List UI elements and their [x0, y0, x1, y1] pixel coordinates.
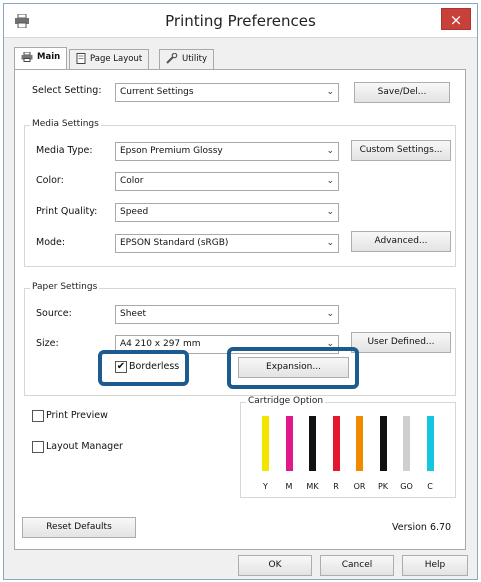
paper-settings-label: Paper Settings — [30, 282, 100, 292]
print-quality-label: Print Quality: — [36, 206, 98, 217]
chevron-down-icon: ⌄ — [326, 238, 334, 248]
size-label: Size: — [36, 338, 59, 349]
ink-bar-go — [403, 416, 410, 471]
select-setting-value: Current Settings — [120, 87, 194, 97]
select-setting-label: Select Setting: — [32, 85, 102, 96]
custom-settings-button[interactable]: Custom Settings... — [351, 140, 451, 161]
advanced-button[interactable]: Advanced... — [351, 231, 451, 252]
source-label: Source: — [36, 308, 72, 319]
tab-main-label: Main — [37, 52, 61, 62]
tab-utility[interactable]: Utility — [159, 49, 215, 69]
tab-utility-label: Utility — [182, 54, 208, 64]
mode-dropdown[interactable]: EPSON Standard (sRGB) ⌄ — [115, 234, 339, 253]
media-type-label: Media Type: — [36, 145, 93, 156]
page-icon — [76, 53, 86, 64]
ink-label-or: OR — [353, 482, 366, 491]
ink-label-r: R — [333, 482, 339, 491]
borderless-checkbox[interactable]: ✔ — [115, 361, 127, 373]
tab-main[interactable]: Main — [14, 47, 68, 69]
color-value: Color — [120, 176, 144, 186]
print-quality-value: Speed — [120, 207, 149, 217]
ink-label-c: C — [427, 482, 433, 491]
ink-bar-or — [356, 416, 363, 471]
color-label: Color: — [36, 175, 64, 186]
ink-bar-r — [332, 416, 340, 471]
color-dropdown[interactable]: Color ⌄ — [115, 172, 339, 191]
expansion-button[interactable]: Expansion... — [238, 357, 349, 378]
layout-manager-label: Layout Manager — [46, 441, 123, 452]
close-button[interactable]: × — [441, 8, 471, 30]
ink-bar-pk — [379, 416, 387, 471]
ok-button[interactable]: OK — [238, 555, 312, 576]
size-value: A4 210 x 297 mm — [120, 339, 201, 349]
title-bar: Printing Preferences × — [4, 4, 477, 38]
chevron-down-icon: ⌄ — [326, 207, 334, 217]
tab-page-layout[interactable]: Page Layout — [69, 49, 150, 69]
wrench-icon — [166, 52, 178, 64]
borderless-label: Borderless — [129, 361, 180, 372]
chevron-down-icon: ⌄ — [326, 176, 334, 186]
media-settings-label: Media Settings — [30, 119, 101, 129]
media-type-value: Epson Premium Glossy — [120, 146, 223, 156]
ink-bar-y — [262, 416, 269, 471]
window-title: Printing Preferences — [165, 12, 316, 30]
user-defined-button[interactable]: User Defined... — [351, 332, 451, 353]
mode-value: EPSON Standard (sRGB) — [120, 238, 229, 248]
ink-bar-mk — [309, 416, 316, 471]
media-type-dropdown[interactable]: Epson Premium Glossy ⌄ — [115, 142, 339, 161]
chevron-down-icon: ⌄ — [326, 309, 334, 319]
print-preview-checkbox[interactable] — [32, 410, 44, 422]
printer-icon — [21, 51, 33, 62]
cartridge-option-label: Cartridge Option — [246, 396, 326, 406]
ink-label-pk: PK — [377, 482, 389, 491]
print-preview-label: Print Preview — [46, 410, 108, 421]
ink-label-y: Y — [263, 482, 268, 491]
print-quality-dropdown[interactable]: Speed ⌄ — [115, 203, 339, 222]
version-text: Version 6.70 — [392, 522, 452, 533]
source-dropdown[interactable]: Sheet ⌄ — [115, 305, 339, 324]
ink-label-mk: MK — [306, 482, 319, 491]
help-button[interactable]: Help — [402, 555, 468, 576]
source-value: Sheet — [120, 309, 147, 319]
ink-bar-m — [285, 416, 293, 471]
tab-page-layout-label: Page Layout — [90, 54, 143, 64]
reset-defaults-button[interactable]: Reset Defaults — [22, 517, 136, 538]
save-del-button[interactable]: Save/Del... — [354, 82, 450, 103]
printing-preferences-window: Printing Preferences × Main Page Layout … — [3, 3, 478, 580]
ink-label-go: GO — [400, 482, 413, 491]
select-setting-dropdown[interactable]: Current Settings ⌄ — [115, 83, 339, 102]
ink-label-m: M — [285, 482, 293, 491]
ink-bar-c — [426, 416, 434, 471]
mode-label: Mode: — [36, 237, 66, 248]
layout-manager-checkbox[interactable] — [32, 441, 44, 453]
chevron-down-icon: ⌄ — [326, 87, 334, 97]
cancel-button[interactable]: Cancel — [320, 555, 394, 576]
chevron-down-icon: ⌄ — [326, 146, 334, 156]
